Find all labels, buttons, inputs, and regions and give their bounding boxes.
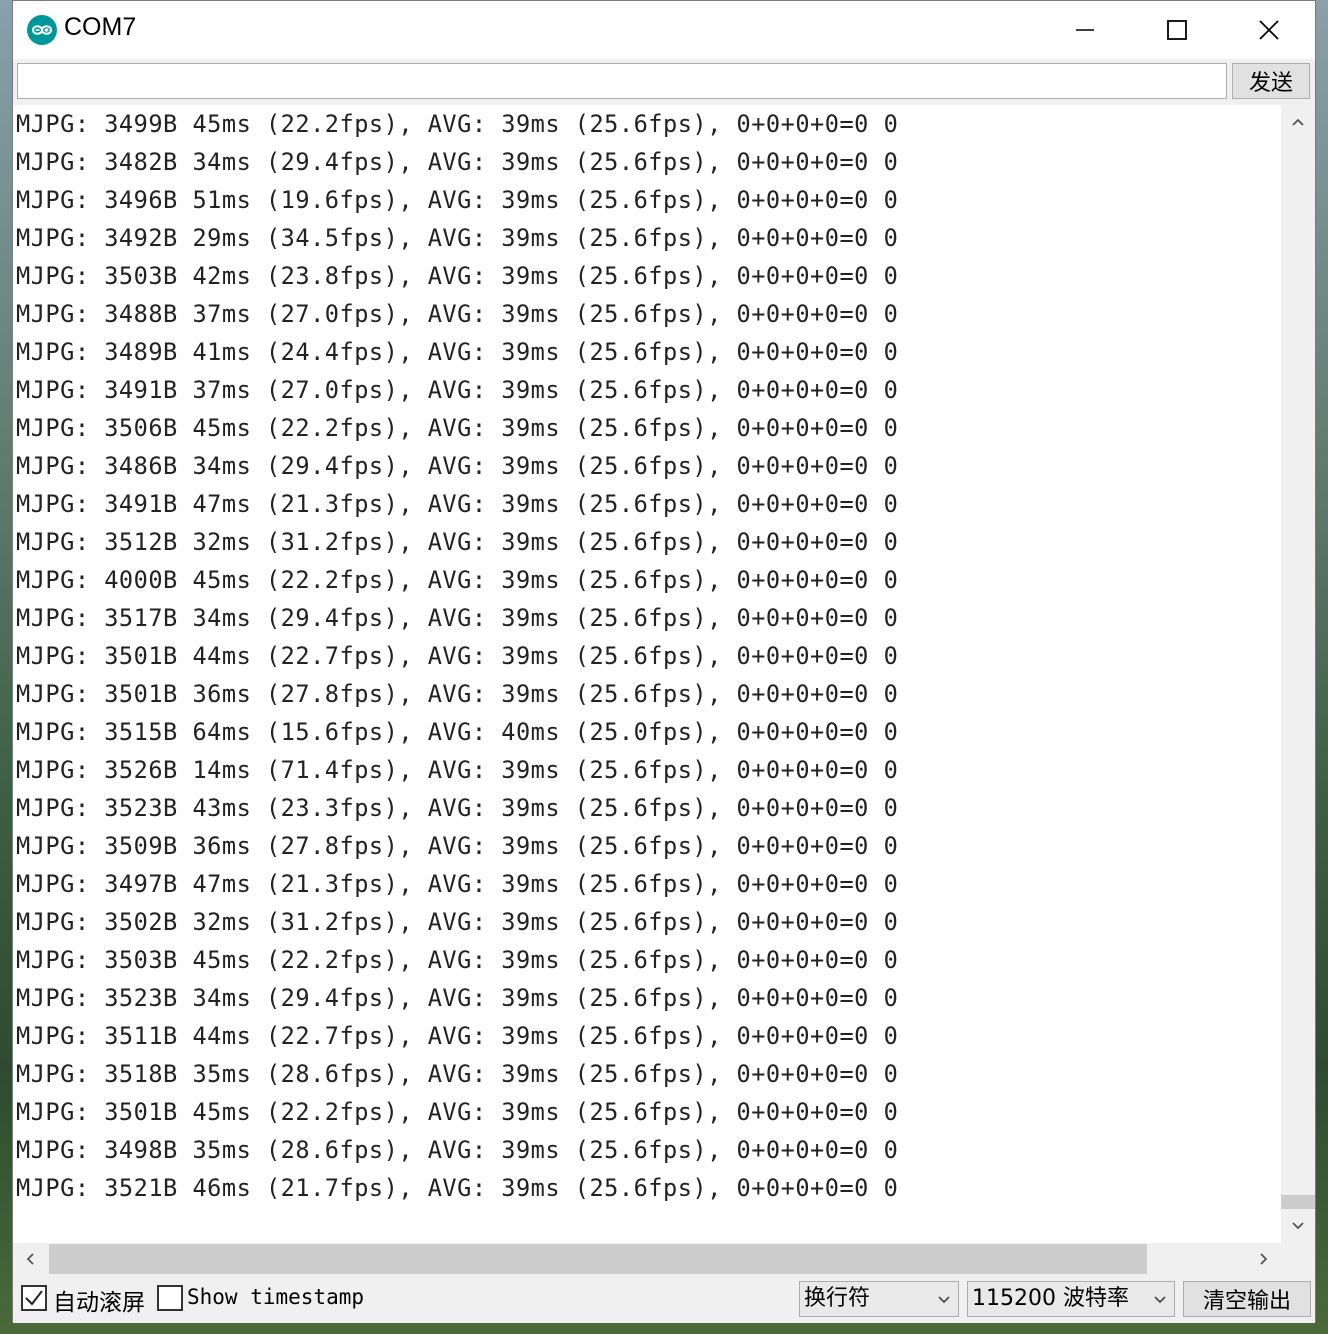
output-line: MJPG: 3503B 42ms (23.8fps), AVG: 39ms (2… xyxy=(16,262,899,290)
output-line: MJPG: 4000B 45ms (22.2fps), AVG: 39ms (2… xyxy=(16,566,899,594)
close-button[interactable] xyxy=(1223,1,1315,59)
line-ending-select[interactable]: 换行符 xyxy=(799,1281,959,1317)
minimize-button[interactable] xyxy=(1039,1,1131,59)
baud-rate-value: 115200 波特率 xyxy=(972,1286,1129,1311)
arduino-infinity-icon xyxy=(27,15,57,45)
maximize-icon xyxy=(1167,20,1187,40)
minimize-icon xyxy=(1076,29,1094,31)
chevron-right-icon xyxy=(1260,1253,1268,1265)
output-line: MJPG: 3521B 46ms (21.7fps), AVG: 39ms (2… xyxy=(16,1174,899,1202)
output-line: MJPG: 3503B 45ms (22.2fps), AVG: 39ms (2… xyxy=(16,946,899,974)
output-line: MJPG: 3491B 47ms (21.3fps), AVG: 39ms (2… xyxy=(16,490,899,518)
output-line: MJPG: 3489B 41ms (24.4fps), AVG: 39ms (2… xyxy=(16,338,899,366)
output-line: MJPG: 3526B 14ms (71.4fps), AVG: 39ms (2… xyxy=(16,756,899,784)
chevron-up-icon xyxy=(1292,118,1304,126)
chevron-down-icon xyxy=(1292,1222,1304,1230)
vertical-scroll-thumb[interactable] xyxy=(1281,1195,1315,1209)
output-line: MJPG: 3523B 43ms (23.3fps), AVG: 39ms (2… xyxy=(16,794,899,822)
close-icon xyxy=(1259,20,1279,40)
maximize-button[interactable] xyxy=(1131,1,1223,59)
output-line: MJPG: 3499B 45ms (22.2fps), AVG: 39ms (2… xyxy=(16,110,899,138)
show-timestamp-label[interactable]: Show timestamp xyxy=(187,1285,364,1309)
output-line: MJPG: 3501B 44ms (22.7fps), AVG: 39ms (2… xyxy=(16,642,899,670)
output-line: MJPG: 3498B 35ms (28.6fps), AVG: 39ms (2… xyxy=(16,1136,899,1164)
output-line: MJPG: 3496B 51ms (19.6fps), AVG: 39ms (2… xyxy=(16,186,899,214)
serial-monitor-window: COM7 发送 MJPG: 3499B 45ms (22.2fps), AVG:… xyxy=(12,0,1316,1323)
output-line: MJPG: 3518B 35ms (28.6fps), AVG: 39ms (2… xyxy=(16,1060,899,1088)
baud-rate-select[interactable]: 115200 波特率 xyxy=(967,1281,1175,1317)
checkmark-icon xyxy=(25,1290,43,1306)
output-line: MJPG: 3512B 32ms (31.2fps), AVG: 39ms (2… xyxy=(16,528,899,556)
autoscroll-label[interactable]: 自动滚屏 xyxy=(53,1283,145,1317)
title-bar[interactable]: COM7 xyxy=(13,1,1315,59)
output-line: MJPG: 3515B 64ms (15.6fps), AVG: 40ms (2… xyxy=(16,718,899,746)
scroll-right-button[interactable] xyxy=(1247,1243,1281,1275)
autoscroll-checkbox[interactable] xyxy=(21,1285,47,1311)
window-title: COM7 xyxy=(64,13,137,41)
send-input[interactable] xyxy=(17,63,1227,99)
output-line: MJPG: 3506B 45ms (22.2fps), AVG: 39ms (2… xyxy=(16,414,899,442)
clear-output-button[interactable]: 清空输出 xyxy=(1183,1281,1311,1317)
scroll-left-button[interactable] xyxy=(13,1243,47,1275)
send-row: 发送 xyxy=(13,59,1315,105)
serial-output[interactable]: MJPG: 3499B 45ms (22.2fps), AVG: 39ms (2… xyxy=(13,105,1281,1243)
output-line: MJPG: 3497B 47ms (21.3fps), AVG: 39ms (2… xyxy=(16,870,899,898)
send-button[interactable]: 发送 xyxy=(1232,63,1310,99)
output-line: MJPG: 3509B 36ms (27.8fps), AVG: 39ms (2… xyxy=(16,832,899,860)
output-line: MJPG: 3492B 29ms (34.5fps), AVG: 39ms (2… xyxy=(16,224,899,252)
output-line: MJPG: 3482B 34ms (29.4fps), AVG: 39ms (2… xyxy=(16,148,899,176)
chevron-down-icon xyxy=(1154,1296,1166,1304)
output-line: MJPG: 3501B 45ms (22.2fps), AVG: 39ms (2… xyxy=(16,1098,899,1126)
output-line: MJPG: 3486B 34ms (29.4fps), AVG: 39ms (2… xyxy=(16,452,899,480)
vertical-scrollbar[interactable] xyxy=(1281,105,1315,1243)
chevron-left-icon xyxy=(26,1253,34,1265)
scroll-up-button[interactable] xyxy=(1281,105,1315,139)
line-ending-value: 换行符 xyxy=(804,1286,871,1311)
show-timestamp-checkbox[interactable] xyxy=(157,1285,183,1311)
output-line: MJPG: 3517B 34ms (29.4fps), AVG: 39ms (2… xyxy=(16,604,899,632)
output-line: MJPG: 3488B 37ms (27.0fps), AVG: 39ms (2… xyxy=(16,300,899,328)
horizontal-scroll-thumb[interactable] xyxy=(49,1244,1147,1274)
output-line: MJPG: 3502B 32ms (31.2fps), AVG: 39ms (2… xyxy=(16,908,899,936)
scroll-down-button[interactable] xyxy=(1281,1209,1315,1243)
bottom-toolbar: 自动滚屏 Show timestamp 换行符 115200 波特率 清空输出 xyxy=(13,1275,1315,1323)
horizontal-scrollbar[interactable] xyxy=(13,1243,1281,1275)
output-line: MJPG: 3511B 44ms (22.7fps), AVG: 39ms (2… xyxy=(16,1022,899,1050)
output-line: MJPG: 3523B 34ms (29.4fps), AVG: 39ms (2… xyxy=(16,984,899,1012)
output-line: MJPG: 3491B 37ms (27.0fps), AVG: 39ms (2… xyxy=(16,376,899,404)
output-line: MJPG: 3501B 36ms (27.8fps), AVG: 39ms (2… xyxy=(16,680,899,708)
chevron-down-icon xyxy=(938,1296,950,1304)
scrollbar-corner xyxy=(1281,1243,1315,1275)
